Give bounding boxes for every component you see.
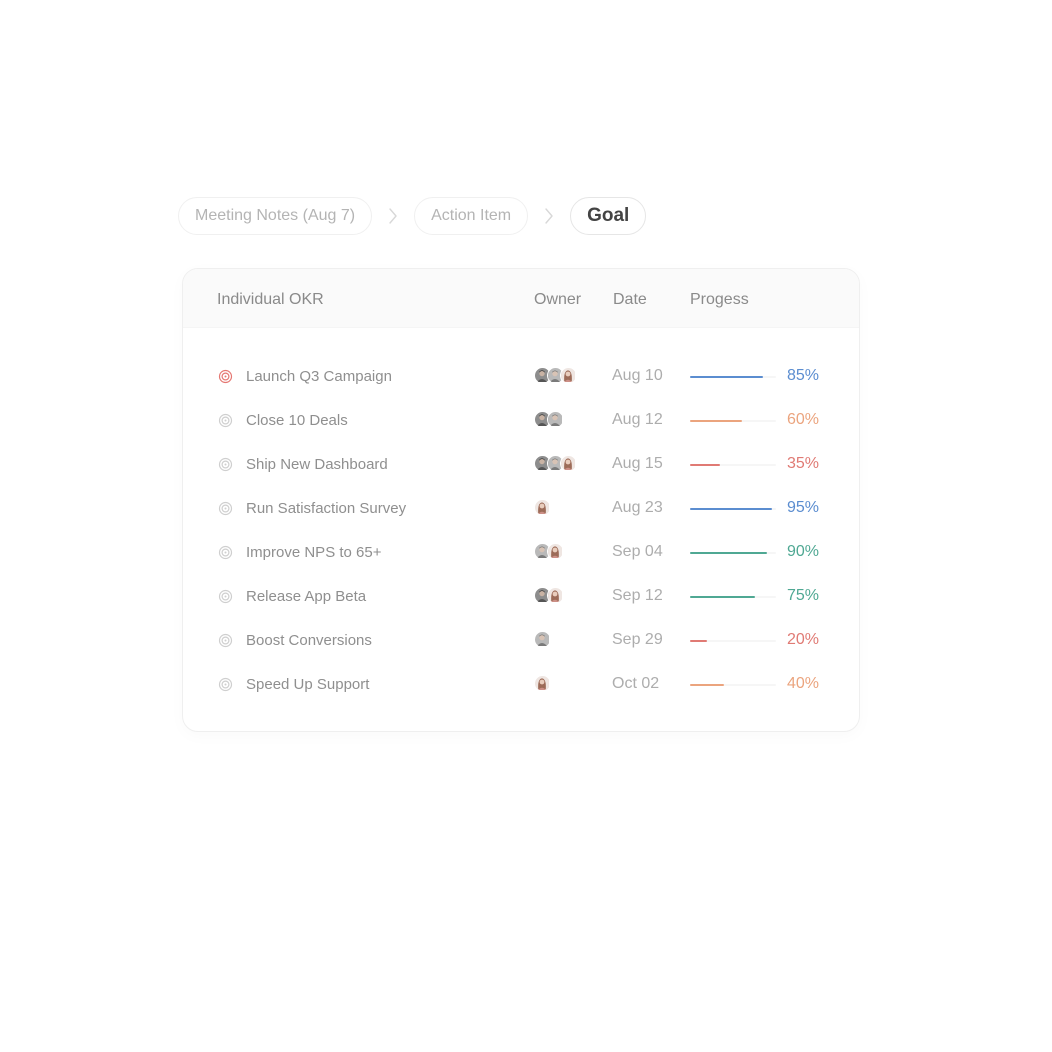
chevron-right-icon (372, 207, 414, 225)
due-date: Sep 29 (612, 631, 663, 648)
avatar[interactable] (547, 543, 564, 560)
avatar[interactable] (547, 587, 564, 604)
goal-title[interactable]: Boost Conversions (246, 632, 372, 649)
table-row[interactable]: Ship New Dashboard Aug 15 35% (183, 443, 859, 487)
breadcrumb: Meeting Notes (Aug 7) Action Item Goal (178, 197, 647, 235)
header-owner[interactable]: Owner (534, 291, 581, 309)
due-date: Aug 12 (612, 411, 663, 428)
avatar[interactable] (547, 411, 564, 428)
progress-fill (690, 508, 772, 510)
goal-title[interactable]: Release App Beta (246, 588, 366, 605)
progress-bar (690, 640, 776, 642)
progress-bar (690, 376, 776, 378)
due-date: Aug 23 (612, 499, 663, 516)
progress-percent: 85% (787, 367, 820, 384)
owner-avatars[interactable] (534, 543, 564, 560)
goal-title[interactable]: Launch Q3 Campaign (246, 368, 392, 385)
progress-fill (690, 684, 724, 686)
avatar[interactable] (560, 367, 577, 384)
breadcrumb-meeting-notes[interactable]: Meeting Notes (Aug 7) (178, 197, 373, 235)
owner-avatars[interactable] (534, 631, 551, 648)
progress-bar (690, 420, 776, 422)
table-row[interactable]: Release App Beta Sep 12 75% (183, 575, 859, 619)
owner-avatars[interactable] (534, 587, 564, 604)
owner-avatars[interactable] (534, 411, 564, 428)
goal-title[interactable]: Ship New Dashboard (246, 456, 388, 473)
progress-fill (690, 420, 742, 422)
owner-avatars[interactable] (534, 675, 551, 692)
progress-fill (690, 596, 755, 598)
target-icon (218, 501, 233, 516)
progress-fill (690, 376, 763, 378)
goal-title[interactable]: Close 10 Deals (246, 412, 348, 429)
progress-percent: 75% (787, 587, 820, 604)
header-individual-okr[interactable]: Individual OKR (217, 291, 324, 309)
table-row[interactable]: Close 10 Deals Aug 12 60% (183, 399, 859, 443)
progress-fill (690, 640, 707, 642)
goal-title[interactable]: Run Satisfaction Survey (246, 500, 406, 517)
due-date: Aug 15 (612, 455, 663, 472)
target-icon (218, 369, 233, 384)
header-date[interactable]: Date (613, 291, 647, 309)
progress-percent: 60% (787, 411, 820, 428)
target-icon (218, 633, 233, 648)
target-icon (218, 457, 233, 472)
progress-fill (690, 552, 767, 554)
due-date: Sep 12 (612, 587, 663, 604)
due-date: Sep 04 (612, 543, 663, 560)
table-header: Individual OKR Owner Date Progess (183, 269, 859, 328)
goal-title[interactable]: Speed Up Support (246, 676, 369, 693)
owner-avatars[interactable] (534, 367, 577, 384)
owner-avatars[interactable] (534, 499, 551, 516)
table-row[interactable]: Launch Q3 Campaign Aug 10 85% (183, 355, 859, 399)
progress-percent: 95% (787, 499, 820, 516)
okr-table-card: Individual OKR Owner Date Progess Launch… (182, 268, 860, 732)
table-row[interactable]: Run Satisfaction Survey Aug 23 95% (183, 487, 859, 531)
table-row[interactable]: Boost Conversions Sep 29 20% (183, 619, 859, 663)
progress-bar (690, 552, 776, 554)
goal-title[interactable]: Improve NPS to 65+ (246, 544, 381, 561)
target-icon (218, 413, 233, 428)
avatar[interactable] (560, 455, 577, 472)
breadcrumb-goal[interactable]: Goal (570, 197, 647, 235)
breadcrumb-action-item[interactable]: Action Item (414, 197, 529, 235)
progress-percent: 20% (787, 631, 820, 648)
header-progress[interactable]: Progess (690, 291, 749, 309)
progress-bar (690, 464, 776, 466)
avatar[interactable] (534, 499, 551, 516)
target-icon (218, 589, 233, 604)
target-icon (218, 545, 233, 560)
progress-percent: 35% (787, 455, 820, 472)
due-date: Oct 02 (612, 675, 660, 692)
owner-avatars[interactable] (534, 455, 577, 472)
chevron-right-icon (528, 207, 570, 225)
progress-percent: 90% (787, 543, 820, 560)
progress-percent: 40% (787, 675, 820, 692)
progress-fill (690, 464, 720, 466)
progress-bar (690, 684, 776, 686)
due-date: Aug 10 (612, 367, 663, 384)
avatar[interactable] (534, 675, 551, 692)
avatar[interactable] (534, 631, 551, 648)
progress-bar (690, 596, 776, 598)
progress-bar (690, 508, 776, 510)
table-row[interactable]: Speed Up Support Oct 02 40% (183, 663, 859, 707)
table-row[interactable]: Improve NPS to 65+ Sep 04 90% (183, 531, 859, 575)
target-icon (218, 677, 233, 692)
